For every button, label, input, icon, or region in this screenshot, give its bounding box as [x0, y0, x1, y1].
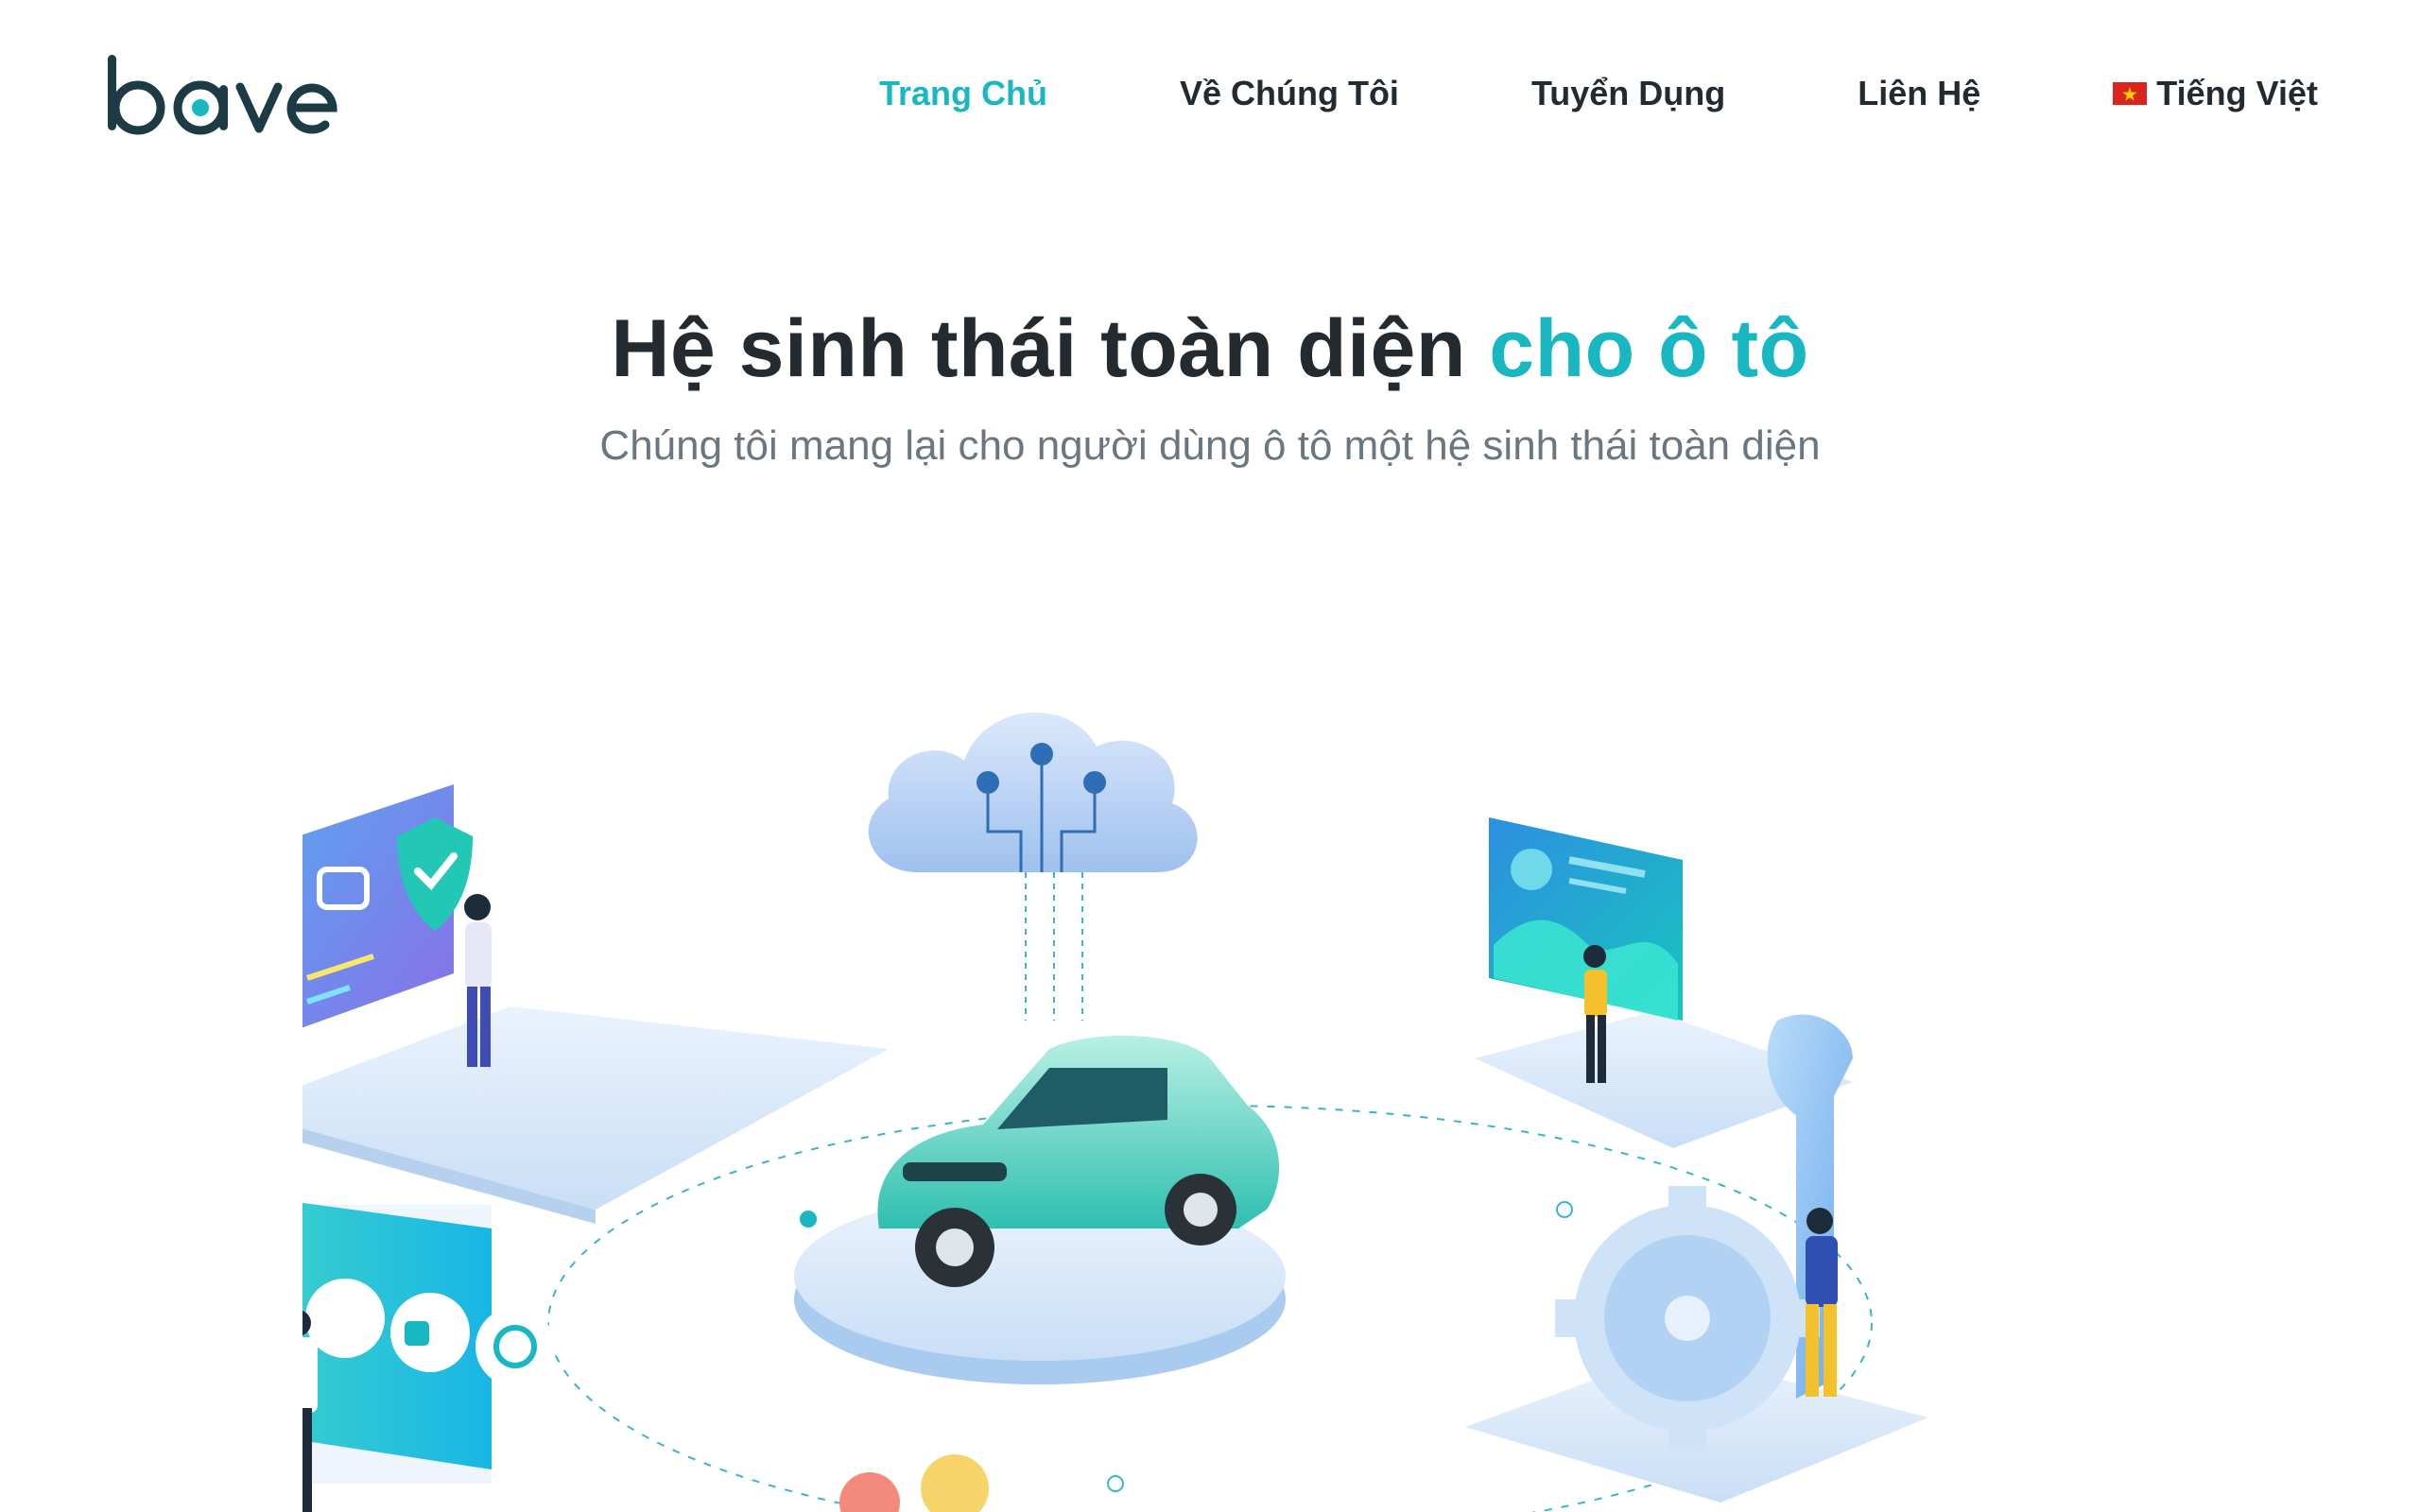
- main-nav: Trang Chủ Về Chúng Tôi Tuyển Dụng Liên H…: [747, 74, 2318, 113]
- hero-title-accent: cho ô tô: [1489, 303, 1809, 394]
- fuel-service-icon: [390, 1293, 470, 1372]
- language-selector[interactable]: Tiếng Việt: [2113, 74, 2318, 113]
- bave-logo: [108, 55, 337, 135]
- site-header: Trang Chủ Về Chúng Tôi Tuyển Dụng Liên H…: [0, 0, 2420, 189]
- cloud-icon: [868, 712, 1198, 1021]
- central-car: [794, 1036, 1286, 1384]
- orbit-node: [800, 1211, 817, 1228]
- badge-icon: [921, 1454, 989, 1512]
- nav-item-careers[interactable]: Tuyển Dụng: [1531, 74, 1725, 113]
- ecosystem-illustration: [302, 712, 1928, 1512]
- hero-title: Hệ sinh thái toàn diện cho ô tô: [0, 302, 2420, 396]
- vietnam-flag-icon: [2113, 82, 2148, 105]
- insurance-module: [302, 784, 889, 1224]
- badge-icon: [839, 1472, 900, 1512]
- orbit-node: [1556, 1201, 1573, 1218]
- tire-service-icon: [475, 1307, 555, 1386]
- hero-subtitle: Chúng tôi mang lại cho người dùng ô tô m…: [599, 422, 1821, 469]
- service-icons-panel: [302, 1202, 555, 1512]
- hero-section: Hệ sinh thái toàn diện cho ô tô Chúng tô…: [0, 302, 2420, 470]
- language-label: Tiếng Việt: [2156, 74, 2318, 112]
- nav-item-about[interactable]: Về Chúng Tôi: [1180, 74, 1399, 113]
- nav-item-home[interactable]: Trang Chủ: [879, 74, 1047, 113]
- nav-item-contact[interactable]: Liên Hệ: [1858, 74, 1980, 113]
- orbit-node: [1107, 1475, 1124, 1492]
- hero-title-main: Hệ sinh thái toàn diện: [611, 303, 1466, 394]
